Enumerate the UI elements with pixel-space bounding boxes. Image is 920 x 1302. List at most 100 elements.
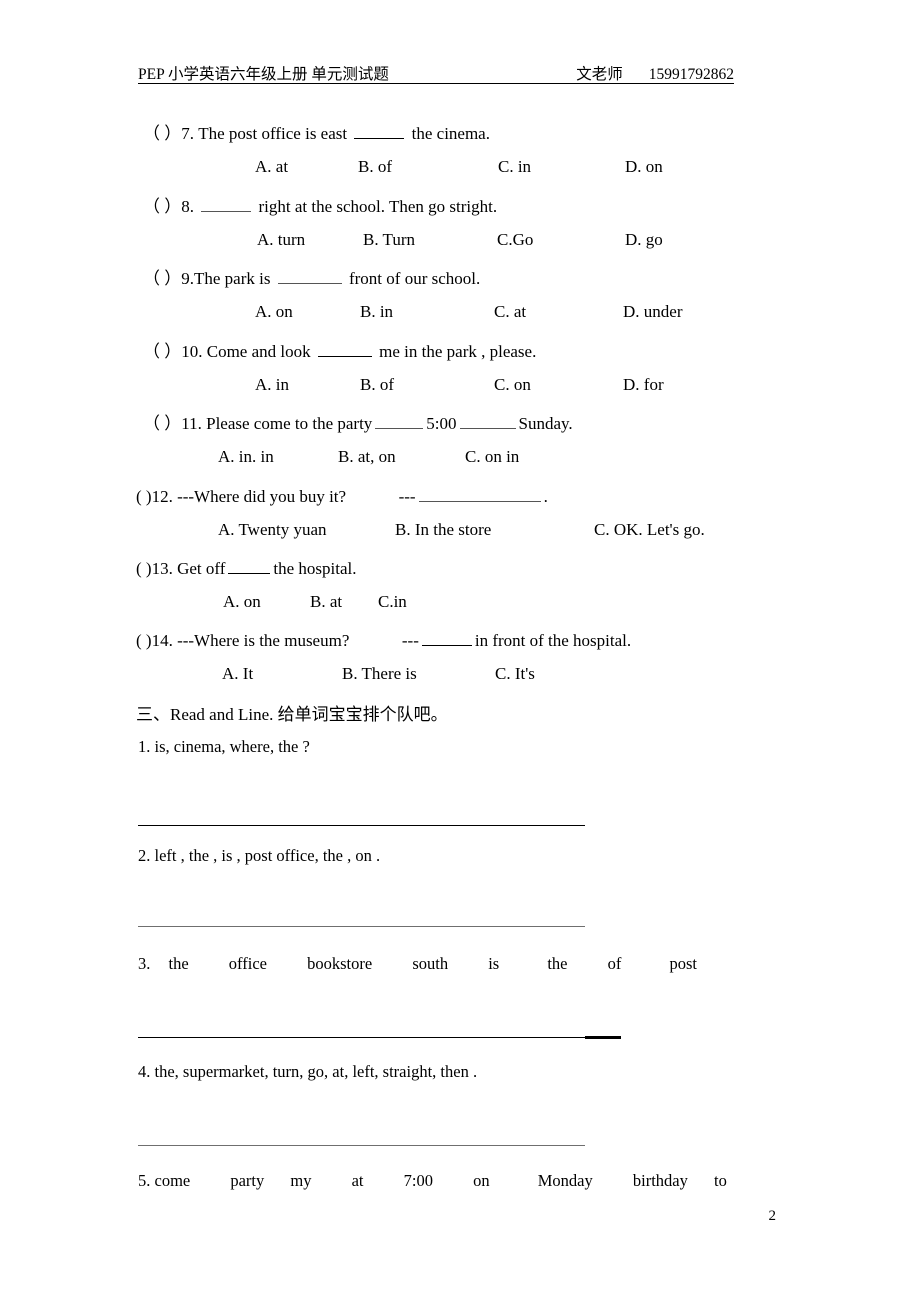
question-13-option-c[interactable]: C.in [378,593,407,610]
question-14-option-b[interactable]: B. There is [342,665,417,682]
question-8-blank[interactable] [201,195,252,213]
question-8-text-after: right at the school. Then go stright. [258,197,498,217]
scramble-item-4-words: the, supermarket, turn, go, at, left, st… [154,1062,478,1081]
question-9-option-d[interactable]: D. under [623,303,682,320]
question-9-answer-box[interactable]: （ ） [143,269,181,288]
question-11-text-mid: 5:00 [426,414,457,434]
question-12-option-b[interactable]: B. In the store [395,521,491,538]
question-13-number: 13. [151,559,173,579]
question-13-answer-box[interactable]: ( ) [136,559,152,578]
question-14-option-c[interactable]: C. It's [495,665,535,682]
scramble-item-3-word-3: bookstore [307,954,373,973]
scramble-item-2: 2. left , the , is , post office, the , … [138,846,380,866]
question-10-answer-box[interactable]: （ ） [143,342,181,361]
question-11-blank-2[interactable] [459,412,516,430]
scramble-item-1-number: 1. [138,737,151,756]
question-10-text-after: me in the park , please. [379,342,537,362]
question-12-option-a[interactable]: A. Twenty yuan [218,521,327,538]
header-title: PEP 小学英语六年级上册 单元测试题 [138,66,389,83]
scramble-item-2-words: left , the , is , post office, the , on … [154,846,381,865]
question-14-text-after: in front of the hospital. [474,631,632,651]
question-13-text-after: the hospital. [273,559,357,579]
question-12-blank[interactable] [418,485,541,503]
question-7-option-b[interactable]: B. of [358,158,392,175]
question-12-option-c[interactable]: C. OK. Let's go. [594,521,705,538]
question-14-option-a[interactable]: A. It [222,665,253,682]
scramble-item-3-word-5: is [488,954,500,973]
question-14-dashes: --- [401,631,419,651]
scramble-item-5-word-5: 7:00 [403,1171,433,1190]
question-13-option-a[interactable]: A. on [223,593,261,610]
question-14-blank[interactable] [421,629,472,647]
question-12-text-tail: . [543,487,548,507]
question-9-option-c[interactable]: C. at [494,303,526,320]
question-11-option-b[interactable]: B. at, on [338,448,396,465]
scramble-item-5-word-8: birthday [632,1171,688,1190]
header-teacher-name: 文老师 [576,66,623,83]
question-7-blank[interactable] [354,122,405,140]
question-10-option-b[interactable]: B. of [360,376,394,393]
question-7-text-after: the cinema. [411,124,490,144]
question-11-option-c[interactable]: C. on in [465,448,519,465]
question-7-option-d[interactable]: D. on [625,158,663,175]
question-9-blank[interactable] [277,267,342,285]
scramble-item-1: 1. is, cinema, where, the ? [138,737,310,757]
scramble-item-5-word-7: Monday [537,1171,593,1190]
question-10-option-a[interactable]: A. in [255,376,289,393]
scramble-item-5-word-9: to [714,1171,727,1190]
question-12-text-before: ---Where did you buy it? [177,487,347,507]
scramble-item-4: 4. the, supermarket, turn, go, at, left,… [138,1062,477,1082]
question-12-answer-box[interactable]: ( ) [136,487,152,506]
question-7-option-a[interactable]: A. at [255,158,288,175]
question-12-number: 12. [151,487,173,507]
question-9-option-a[interactable]: A. on [255,303,293,320]
question-8-option-a[interactable]: A. turn [257,231,305,248]
question-7-stem: （ ）7. The post office is east the cinema… [143,122,490,142]
scramble-item-4-number: 4. [138,1062,151,1081]
scramble-item-5-word-4: at [351,1171,364,1190]
scramble-item-3-word-1: the [168,954,189,973]
question-8-option-b[interactable]: B. Turn [363,231,415,248]
question-8-option-c[interactable]: C.Go [497,231,533,248]
question-11-blank-1[interactable] [375,412,424,430]
question-10-blank[interactable] [317,340,372,358]
question-11-answer-box[interactable]: （ ） [143,414,181,433]
question-13-option-b[interactable]: B. at [310,593,342,610]
question-10-option-d[interactable]: D. for [623,376,664,393]
question-10-stem: （ ）10. Come and look me in the park , pl… [143,340,536,360]
question-10-number: 10. [181,342,203,362]
scramble-item-1-words: is, cinema, where, the ? [154,737,310,756]
question-9-number: 9. [181,269,194,289]
scramble-item-5-word-2: party [230,1171,265,1190]
answer-line-3-extension [585,1036,621,1039]
question-12-stem: ( )12. ---Where did you buy it? ---. [136,485,548,505]
question-8-answer-box[interactable]: （ ） [143,197,181,216]
question-12-dashes: --- [398,487,416,507]
question-11-number: 11. [181,414,202,434]
question-11-text-before: Please come to the party [206,414,373,434]
page-header: PEP 小学英语六年级上册 单元测试题 文老师 15991792862 [138,62,734,84]
answer-line-3[interactable] [138,1037,585,1038]
scramble-item-3: 3. the office bookstore south is the of … [138,954,697,974]
question-7-option-c[interactable]: C. in [498,158,531,175]
question-8-option-d[interactable]: D. go [625,231,663,248]
answer-line-1[interactable] [138,825,585,826]
worksheet-page: PEP 小学英语六年级上册 单元测试题 文老师 15991792862 （ ）7… [0,0,920,1302]
question-14-stem: ( )14. ---Where is the museum? --- in fro… [136,629,631,649]
question-10-option-c[interactable]: C. on [494,376,531,393]
scramble-item-3-word-6: the [547,954,568,973]
scramble-item-5-number: 5. [138,1171,151,1190]
answer-line-2[interactable] [138,926,585,927]
answer-line-4[interactable] [138,1145,585,1146]
scramble-item-5-word-3: my [290,1171,312,1190]
header-phone-number: 15991792862 [648,66,734,83]
question-11-option-a[interactable]: A. in. in [218,448,274,465]
question-14-text-before: ---Where is the museum? [177,631,350,651]
question-13-stem: ( )13. Get off the hospital. [136,557,357,577]
question-7-answer-box[interactable]: （ ） [143,124,181,143]
question-14-answer-box[interactable]: ( ) [136,631,152,650]
question-13-blank[interactable] [228,557,271,575]
question-7-text-before: The post office is east [198,124,348,144]
question-8-stem: （ ）8. right at the school. Then go strig… [143,195,497,215]
question-9-option-b[interactable]: B. in [360,303,393,320]
